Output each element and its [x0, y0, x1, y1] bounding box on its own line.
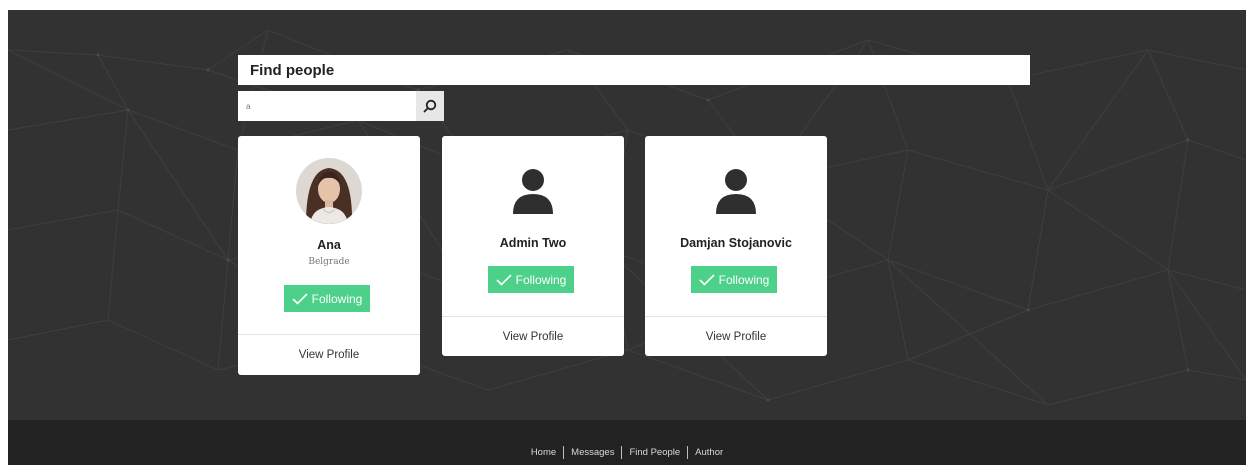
avatar — [500, 158, 566, 224]
avatar — [703, 158, 769, 224]
view-profile-link[interactable]: View Profile — [238, 335, 420, 375]
following-button[interactable]: Following — [488, 266, 574, 293]
footer-link-find-people[interactable]: Find People — [622, 447, 687, 458]
page-title: Find people — [238, 55, 1030, 85]
profile-photo-image — [296, 158, 362, 224]
person-card: Ana Belgrade Following View Profile — [238, 136, 420, 375]
check-icon — [292, 292, 308, 305]
view-profile-link[interactable]: View Profile — [442, 317, 624, 357]
page-frame: Find people a Ana Belgrade Following Vie… — [8, 10, 1246, 465]
search-input[interactable] — [238, 91, 416, 121]
footer-nav: Home Messages Find People Author — [8, 420, 1246, 465]
search-button[interactable] — [416, 91, 444, 121]
person-name: Admin Two — [499, 236, 567, 250]
person-card: Damjan Stojanovic Following View Profile — [645, 136, 827, 356]
person-card: Admin Two Following View Profile — [442, 136, 624, 356]
search-bar — [238, 91, 444, 121]
default-user-icon — [716, 169, 756, 214]
default-user-icon — [513, 169, 553, 214]
footer-link-messages[interactable]: Messages — [564, 447, 621, 458]
check-icon — [699, 273, 715, 286]
footer-link-author[interactable]: Author — [688, 447, 730, 458]
person-name: Damjan Stojanovic — [680, 236, 792, 250]
check-icon — [496, 273, 512, 286]
view-profile-link[interactable]: View Profile — [645, 317, 827, 357]
following-label: Following — [718, 272, 770, 287]
person-name: Ana — [317, 238, 341, 252]
following-button[interactable]: Following — [284, 285, 370, 312]
search-icon — [423, 99, 437, 113]
footer-link-home[interactable]: Home — [524, 447, 563, 458]
following-label: Following — [515, 272, 567, 287]
avatar — [296, 158, 362, 224]
following-button[interactable]: Following — [691, 266, 777, 293]
following-label: Following — [311, 291, 363, 306]
person-city: Belgrade — [308, 257, 350, 267]
